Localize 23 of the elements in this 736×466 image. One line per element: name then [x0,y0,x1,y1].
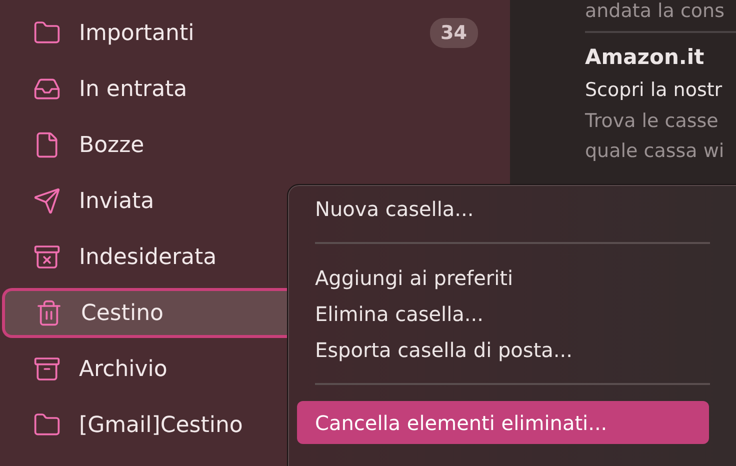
mailbox-label: [Gmail]Cestino [79,412,243,438]
paper-plane-icon [33,187,61,215]
message-preview: quale cassa wi [585,139,726,164]
sidebar-item[interactable]: Bozze [0,117,510,173]
mailbox-label: Cestino [81,300,164,326]
count-badge: 34 [430,18,478,48]
mailbox-label: Inviata [79,188,154,214]
mailbox-label: In entrata [79,76,188,102]
mailbox-label: Bozze [79,132,144,158]
sidebar-item[interactable]: In entrata [0,61,510,117]
archive-box-icon [33,355,61,383]
message-sender: Amazon.it [585,44,706,71]
trash-icon [35,299,63,327]
message-subject: Scopri la nostr [585,78,724,103]
message-preview: Trova le casse [585,109,720,134]
mailbox-label: Archivio [79,356,168,382]
mailbox-label: Indesiderata [79,244,217,270]
sidebar-item[interactable]: Importanti 34 [0,5,510,61]
message-preview: andata la cons [585,0,726,22]
mailbox-label: Importanti [79,20,194,46]
menu-item[interactable]: Cancella elementi eliminati... [297,401,709,444]
junk-box-icon [33,243,61,271]
menu-item[interactable]: Nuova casella... [297,191,709,227]
